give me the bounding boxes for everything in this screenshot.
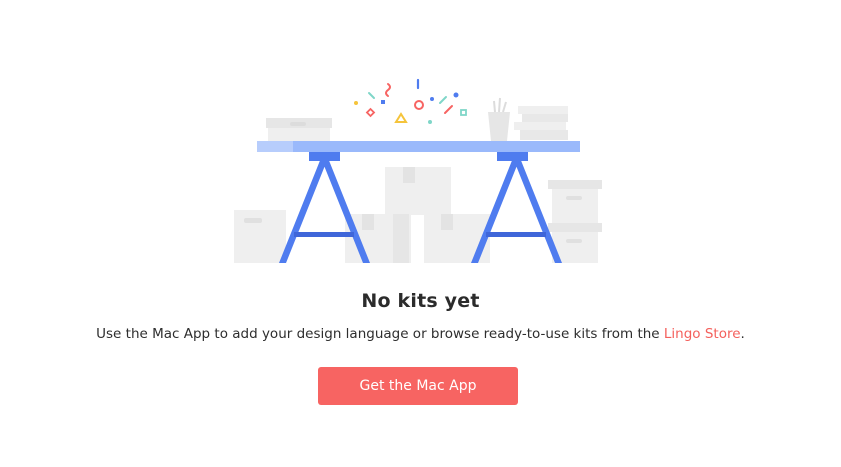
empty-state-message: Use the Mac App to add your design langu… — [0, 326, 841, 342]
get-mac-app-button[interactable]: Get the Mac App — [318, 367, 518, 405]
books-and-cup — [488, 97, 568, 141]
message-end: . — [740, 326, 745, 342]
empty-state-title: No kits yet — [361, 290, 480, 312]
empty-state-illustration — [234, 78, 602, 263]
confetti — [354, 78, 467, 124]
message-text: Use the Mac App to add your design langu… — [96, 326, 664, 342]
lingo-store-link[interactable]: Lingo Store — [664, 326, 741, 342]
